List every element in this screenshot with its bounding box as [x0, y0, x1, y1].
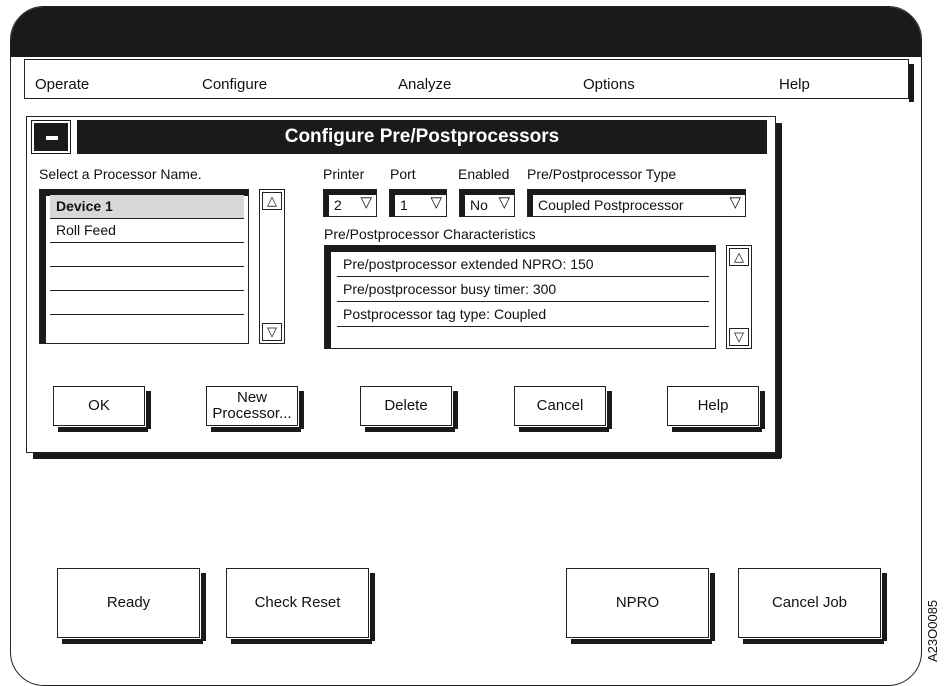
enabled-label: Enabled: [458, 166, 510, 182]
list-inset-shadow-left: [325, 246, 331, 348]
cancel-job-button[interactable]: Cancel Job: [738, 568, 887, 644]
characteristics-scrollbar[interactable]: △ ▽: [726, 245, 752, 349]
characteristics-item[interactable]: [337, 328, 709, 352]
scroll-up-arrow-icon[interactable]: △: [262, 192, 282, 210]
ok-button[interactable]: OK: [53, 386, 151, 432]
check-reset-button[interactable]: Check Reset: [226, 568, 375, 644]
cancel-button-label: Cancel: [536, 397, 584, 414]
menu-operate[interactable]: Operate: [35, 76, 89, 94]
processor-list-item[interactable]: [50, 243, 244, 267]
system-menu-button[interactable]: [31, 120, 71, 154]
processor-list-item[interactable]: [50, 267, 244, 291]
characteristics-list[interactable]: Pre/postprocessor extended NPRO: 150 Pre…: [324, 245, 716, 349]
menu-analyze[interactable]: Analyze: [398, 76, 451, 94]
npro-button-label: NPRO: [615, 594, 660, 611]
cancel-job-button-label: Cancel Job: [771, 594, 848, 611]
port-value: 1: [400, 197, 408, 213]
chevron-down-icon: ▽: [430, 194, 442, 211]
processor-list-item[interactable]: Roll Feed: [50, 219, 244, 243]
delete-button-label: Delete: [384, 397, 428, 414]
characteristics-label: Pre/Postprocessor Characteristics: [324, 226, 536, 242]
printer-dropdown[interactable]: 2 ▽: [323, 189, 377, 217]
printer-label: Printer: [323, 166, 365, 182]
ready-button-label: Ready: [106, 594, 151, 611]
dropdown-shadow-top: [528, 190, 745, 195]
new-processor-button[interactable]: New Processor...: [206, 386, 304, 432]
printer-value: 2: [334, 197, 342, 213]
characteristics-item[interactable]: Pre/postprocessor extended NPRO: 150: [337, 253, 709, 277]
processor-list[interactable]: Device 1 Roll Feed: [39, 189, 249, 344]
menu-bar: Operate Configure Analyze Options Help: [24, 59, 914, 102]
menu-help[interactable]: Help: [779, 76, 810, 94]
processor-list-item[interactable]: [50, 315, 244, 339]
help-button-label: Help: [697, 397, 729, 414]
window-title-bar: [11, 7, 921, 57]
chevron-down-icon: ▽: [498, 194, 510, 211]
processor-list-item[interactable]: [50, 291, 244, 315]
dialog-title: Configure Pre/Postprocessors: [77, 120, 767, 154]
processor-list-scrollbar[interactable]: △ ▽: [259, 189, 285, 344]
npro-button[interactable]: NPRO: [566, 568, 715, 644]
ok-button-label: OK: [88, 397, 110, 414]
configure-dialog: Configure Pre/Postprocessors Select a Pr…: [26, 116, 782, 459]
delete-button[interactable]: Delete: [360, 386, 458, 432]
minus-icon: [46, 136, 58, 140]
help-button[interactable]: Help: [667, 386, 765, 432]
type-value: Coupled Postprocessor: [538, 197, 684, 213]
characteristics-item[interactable]: Postprocessor tag type: Coupled: [337, 303, 709, 327]
new-processor-label-line1: New: [236, 389, 267, 406]
scroll-down-arrow-icon[interactable]: ▽: [262, 323, 282, 341]
characteristics-item[interactable]: Pre/postprocessor busy timer: 300: [337, 278, 709, 302]
type-dropdown[interactable]: Coupled Postprocessor ▽: [527, 189, 746, 217]
new-processor-label-line2: Processor...: [212, 405, 292, 422]
processor-list-item[interactable]: Device 1: [50, 195, 244, 219]
menu-configure[interactable]: Configure: [202, 76, 267, 94]
check-reset-button-label: Check Reset: [254, 594, 341, 611]
menu-options[interactable]: Options: [583, 76, 635, 94]
scroll-down-arrow-icon[interactable]: ▽: [729, 328, 749, 346]
port-label: Port: [390, 166, 416, 182]
cancel-button[interactable]: Cancel: [514, 386, 612, 432]
port-dropdown[interactable]: 1 ▽: [389, 189, 447, 217]
enabled-dropdown[interactable]: No ▽: [459, 189, 515, 217]
figure-id: A23O0085: [925, 599, 940, 663]
list-inset-shadow-left: [40, 190, 46, 343]
ready-button[interactable]: Ready: [57, 568, 206, 644]
type-label: Pre/Postprocessor Type: [527, 166, 677, 182]
chevron-down-icon: ▽: [729, 194, 741, 211]
processor-list-label: Select a Processor Name.: [39, 166, 202, 182]
chevron-down-icon: ▽: [360, 194, 372, 211]
list-inset-shadow-top: [325, 246, 715, 252]
enabled-value: No: [470, 197, 488, 213]
scroll-up-arrow-icon[interactable]: △: [729, 248, 749, 266]
